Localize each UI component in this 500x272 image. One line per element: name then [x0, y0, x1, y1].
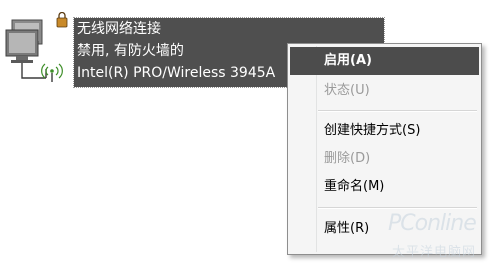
watermark-brand: PConline: [388, 211, 477, 236]
pconline-watermark: PConline 太平洋电脑网: [388, 205, 496, 267]
menu-item-create-shortcut[interactable]: 创建快捷方式(S): [290, 117, 479, 145]
watermark-subtitle: 太平洋电脑网: [392, 245, 477, 260]
wireless-network-connection-icon: [2, 11, 72, 87]
menu-separator: [318, 110, 477, 112]
connection-adapter: Intel(R) PRO/Wireless 3945A: [77, 65, 276, 81]
connection-status: 禁用, 有防火墙的: [77, 43, 184, 59]
menu-item-delete[interactable]: 删除(D): [290, 145, 479, 173]
menu-item-enable[interactable]: 启用(A): [290, 47, 479, 75]
menu-item-rename[interactable]: 重命名(M): [290, 173, 479, 201]
connection-name: 无线网络连接: [77, 21, 161, 37]
menu-item-status[interactable]: 状态(U): [290, 77, 479, 105]
